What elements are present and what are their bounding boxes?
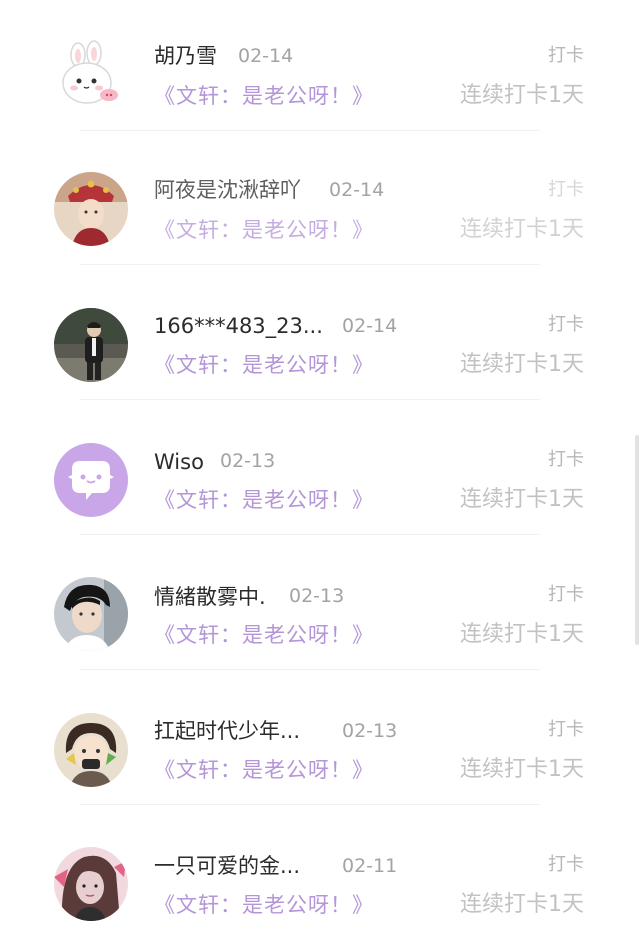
cartoon-character-icon[interactable] [54,713,128,787]
book-title-link[interactable]: 《文轩：是老公呀！》 [154,891,374,919]
costume-portrait-icon[interactable] [54,172,128,246]
checkin-list: 胡乃雪 02-14 《文轩：是老公呀！》 打卡 连续打卡1天 阿夜是沈湫辞吖 0… [0,0,640,948]
checkin-date: 02-14 [329,179,385,201]
user-name[interactable]: 情緒散雾中. [154,584,266,610]
user-name[interactable]: 胡乃雪 [154,43,217,69]
streak-label: 连续打卡1天 [460,352,584,377]
list-item[interactable]: 情緒散雾中. 02-13 《文轩：是老公呀！》 打卡 连续打卡1天 [0,540,640,675]
row-divider [80,130,540,131]
book-title-link[interactable]: 《文轩：是老公呀！》 [154,351,374,379]
book-title-link[interactable]: 《文轩：是老公呀！》 [154,82,374,110]
streak-label: 连续打卡1天 [460,892,584,917]
row-divider [80,534,540,535]
checkin-date: 02-14 [342,315,398,337]
checkin-date: 02-13 [342,720,398,742]
row-divider [80,804,540,805]
standing-person-photo-icon[interactable] [54,308,128,382]
scrollbar-thumb[interactable] [635,435,639,645]
list-item[interactable]: 一只可爱的金... 02-11 《文轩：是老公呀！》 打卡 连续打卡1天 [0,810,640,945]
chat-bubble-icon[interactable] [54,443,128,517]
book-title-link[interactable]: 《文轩：是老公呀！》 [154,756,374,784]
checkin-date: 02-13 [220,450,276,472]
streak-label: 连续打卡1天 [460,757,584,782]
book-title-link[interactable]: 《文轩：是老公呀！》 [154,486,374,514]
portrait-photo-icon[interactable] [54,577,128,651]
list-item[interactable]: 胡乃雪 02-14 《文轩：是老公呀！》 打卡 连续打卡1天 [0,0,640,135]
checkin-date: 02-14 [238,45,294,67]
user-name[interactable]: 阿夜是沈湫辞吖 [154,177,301,203]
checkin-action-label: 打卡 [548,45,584,66]
checkin-action-label: 打卡 [548,314,584,335]
checkin-action-label: 打卡 [548,854,584,875]
list-item[interactable]: Wiso 02-13 《文轩：是老公呀！》 打卡 连续打卡1天 [0,405,640,540]
list-item[interactable]: 阿夜是沈湫辞吖 02-14 《文轩：是老公呀！》 打卡 连续打卡1天 [0,135,640,270]
book-title-link[interactable]: 《文轩：是老公呀！》 [154,621,374,649]
checkin-date: 02-13 [289,585,345,607]
row-divider [80,399,540,400]
row-divider [80,264,540,265]
list-item[interactable]: 166***483_23... 02-14 《文轩：是老公呀！》 打卡 连续打卡… [0,270,640,405]
row-divider [80,669,540,670]
streak-label: 连续打卡1天 [460,487,584,512]
user-name[interactable]: 166***483_23... [154,313,323,339]
streak-label: 连续打卡1天 [460,83,584,108]
checkin-action-label: 打卡 [548,449,584,470]
user-name[interactable]: 一只可爱的金... [154,853,300,879]
bunny-sticker-icon[interactable] [54,39,128,113]
book-title-link[interactable]: 《文轩：是老公呀！》 [154,216,374,244]
stylized-portrait-icon[interactable] [54,847,128,921]
checkin-date: 02-11 [342,855,398,877]
checkin-action-label: 打卡 [548,179,584,200]
user-name[interactable]: 扛起时代少年... [154,718,300,744]
list-item[interactable]: 扛起时代少年... 02-13 《文轩：是老公呀！》 打卡 连续打卡1天 [0,675,640,810]
streak-label: 连续打卡1天 [460,217,584,242]
user-name[interactable]: Wiso [154,449,204,475]
checkin-action-label: 打卡 [548,719,584,740]
streak-label: 连续打卡1天 [460,622,584,647]
checkin-action-label: 打卡 [548,584,584,605]
